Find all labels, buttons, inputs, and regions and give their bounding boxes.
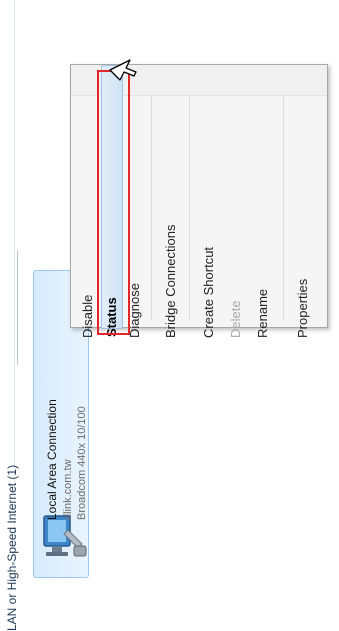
menu-item-rename[interactable]: Rename: [253, 65, 275, 338]
menu-item-label: Disable: [80, 294, 95, 338]
menu-separator: [151, 95, 152, 321]
group-divider: [17, 250, 18, 365]
status-highlight-box: [97, 70, 130, 335]
menu-separator: [283, 95, 284, 321]
menu-item-create-shortcut[interactable]: Create Shortcut: [199, 65, 221, 338]
menu-item-label: Create Shortcut: [201, 246, 216, 338]
menu-item-bridge-connections[interactable]: Bridge Connections: [161, 65, 183, 338]
connection-network: dlink.com.tw: [62, 459, 74, 520]
menu-separator: [189, 95, 190, 321]
connection-name: Local Area Connection: [45, 399, 59, 520]
group-header: LAN or High-Speed Internet (1): [5, 464, 19, 631]
menu-item-properties[interactable]: Properties: [293, 65, 315, 338]
menu-item-label: Properties: [295, 278, 310, 338]
menu-item-label: Delete: [228, 300, 243, 338]
mouse-cursor-icon: [109, 59, 137, 81]
menu-item-label: Bridge Connections: [163, 224, 178, 338]
menu-item-delete: Delete: [226, 65, 248, 338]
menu-item-label: Rename: [255, 288, 270, 338]
